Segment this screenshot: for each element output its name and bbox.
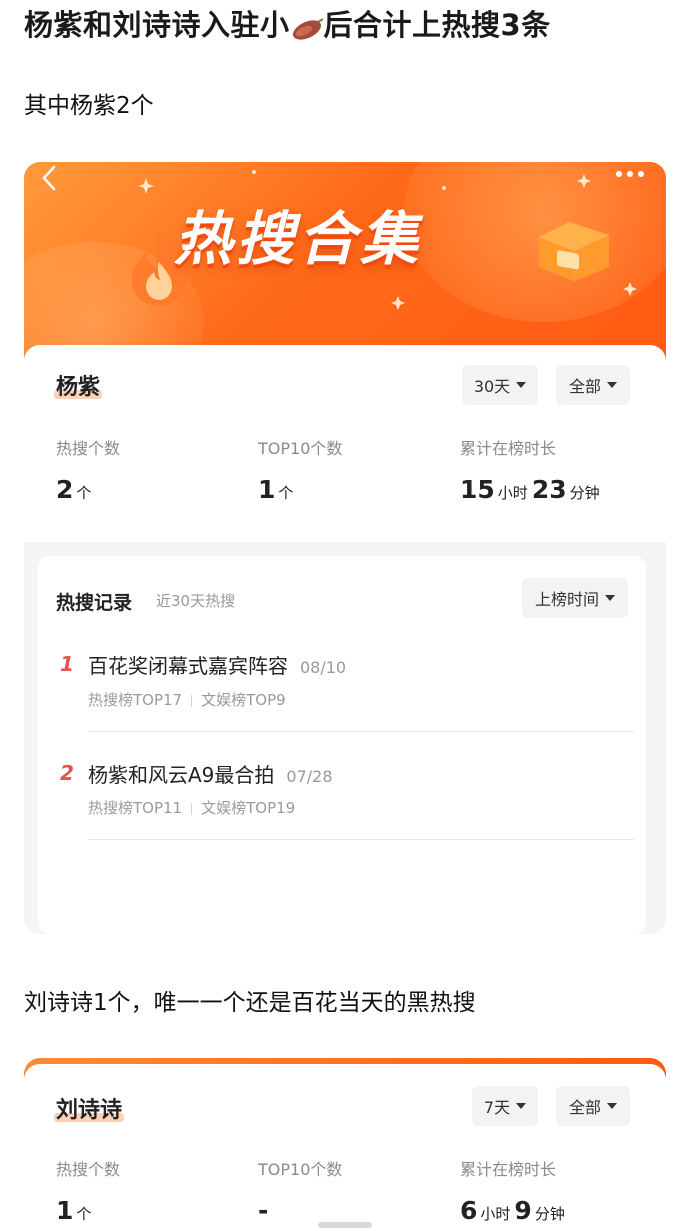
record-tags: 热搜榜TOP11 文娱榜TOP19 — [88, 799, 296, 817]
count-value: 2个 — [56, 475, 92, 504]
count-label: 热搜个数 — [56, 439, 121, 458]
caret-down-icon — [516, 382, 527, 388]
person-name: 杨紫 — [54, 375, 103, 400]
sparkles-icon — [138, 170, 637, 310]
count-value: 1个 — [56, 1196, 92, 1225]
hot-search-records: 热搜记录 近30天热搜 上榜时间 1 百花奖闭幕式嘉宾阵容 08/10 热搜榜TO… — [38, 556, 646, 934]
sort-dropdown[interactable]: 上榜时间 — [522, 578, 628, 618]
top10-value: 1个 — [258, 475, 294, 504]
days-filter-dropdown[interactable]: 30天 — [462, 365, 538, 405]
post-title: 杨紫和刘诗诗入驻小 后合计上热搜3条 — [24, 2, 551, 44]
duration-label: 累计在榜时长 — [460, 1160, 557, 1179]
record-title: 杨紫和风云A9最合拍 — [88, 763, 275, 787]
records-title: 热搜记录 — [56, 592, 133, 614]
sweet-potato-emoji-icon — [290, 13, 324, 40]
record-tags: 热搜榜TOP17 文娱榜TOP9 — [88, 691, 286, 709]
sort-label: 上榜时间 — [534, 590, 599, 609]
stats-sheet: 杨紫 30天 全部 热搜个数 TOP10个数 累计在榜时长 2个 1个 15 小时… — [24, 345, 666, 934]
record-date: 07/28 — [286, 767, 333, 786]
top10-label: TOP10个数 — [258, 439, 343, 458]
scope-filter-dropdown[interactable]: 全部 — [556, 1086, 630, 1126]
record-item[interactable]: 杨紫和风云A9最合拍 07/28 — [88, 759, 333, 788]
divider — [88, 731, 634, 732]
days-filter-label: 7天 — [483, 1098, 511, 1117]
caret-down-icon — [516, 1103, 527, 1109]
hot-search-card-liushishi: 刘诗诗 7天 全部 热搜个数 TOP10个数 累计在榜时长 1个 - 6 小时 9 分… — [24, 1058, 666, 1231]
scope-filter-dropdown[interactable]: 全部 — [556, 365, 630, 405]
record-item[interactable]: 百花奖闭幕式嘉宾阵容 08/10 — [88, 650, 346, 679]
caret-down-icon — [607, 382, 617, 388]
top10-value: - — [258, 1196, 269, 1225]
duration-value: 6 小时 9 分钟 — [460, 1196, 565, 1225]
count-label: 热搜个数 — [56, 1160, 121, 1179]
record-date: 08/10 — [300, 658, 347, 677]
duration-label: 累计在榜时长 — [460, 439, 557, 458]
records-subtitle: 近30天热搜 — [156, 592, 236, 610]
person-name: 刘诗诗 — [54, 1098, 125, 1123]
record-rank: 2 — [60, 761, 74, 785]
records-background: 热搜记录 近30天热搜 上榜时间 1 百花奖闭幕式嘉宾阵容 08/10 热搜榜TO… — [24, 542, 666, 934]
days-filter-label: 30天 — [473, 377, 511, 396]
scope-filter-label: 全部 — [568, 1098, 601, 1117]
home-indicator[interactable] — [318, 1222, 372, 1228]
record-rank: 1 — [60, 652, 74, 676]
post-line-2: 刘诗诗1个，唯一一个还是百花当天的黑热搜 — [24, 990, 476, 1016]
hot-search-card-yangzi: 热搜合集 杨紫 30天 全部 热搜个数 TOP10个数 累计在榜时长 2个 1个… — [24, 162, 666, 934]
post-line-1: 其中杨紫2个 — [24, 93, 154, 119]
scope-filter-label: 全部 — [568, 377, 601, 396]
caret-down-icon — [607, 1103, 617, 1109]
top10-label: TOP10个数 — [258, 1160, 343, 1179]
divider — [88, 839, 634, 840]
caret-down-icon — [605, 595, 615, 601]
post-title-part2: 后合计上热搜3条 — [323, 8, 551, 42]
record-title: 百花奖闭幕式嘉宾阵容 — [88, 654, 288, 678]
stats-sheet: 刘诗诗 7天 全部 热搜个数 TOP10个数 累计在榜时长 1个 - 6 小时 9 分… — [24, 1064, 666, 1231]
duration-value: 15 小时 23 分钟 — [460, 475, 600, 504]
post-title-part1: 杨紫和刘诗诗入驻小 — [24, 8, 290, 42]
hot-search-banner: 热搜合集 — [24, 162, 666, 402]
days-filter-dropdown[interactable]: 7天 — [472, 1086, 538, 1126]
